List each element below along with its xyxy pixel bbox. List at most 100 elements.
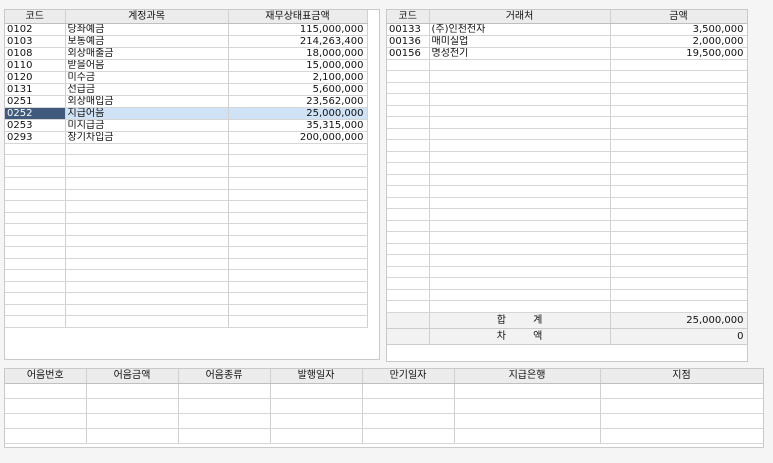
- account-name-cell[interactable]: 당좌예금: [65, 23, 229, 36]
- vendor-code-cell[interactable]: 00136: [387, 35, 430, 48]
- account-name-cell[interactable]: 받을어음: [65, 59, 229, 72]
- account-code-cell[interactable]: 0252: [5, 107, 66, 120]
- empty-cell[interactable]: [387, 254, 430, 267]
- account-amount-cell[interactable]: 2,100,000: [228, 71, 368, 84]
- vendor-empty-row[interactable]: [387, 197, 747, 209]
- empty-cell[interactable]: [228, 200, 368, 213]
- empty-cell[interactable]: [65, 292, 229, 305]
- account-row[interactable]: 0293 장기차입금 200,000,000: [5, 131, 368, 144]
- empty-cell[interactable]: [610, 174, 747, 186]
- empty-cell[interactable]: [387, 128, 430, 140]
- empty-cell[interactable]: [5, 304, 66, 316]
- empty-cell[interactable]: [429, 128, 611, 140]
- empty-cell[interactable]: [429, 59, 611, 71]
- empty-cell[interactable]: [610, 105, 747, 117]
- empty-cell[interactable]: [454, 413, 601, 429]
- account-name-cell[interactable]: 보통예금: [65, 35, 229, 48]
- empty-cell[interactable]: [5, 235, 66, 247]
- header-due-date[interactable]: 만기일자: [362, 369, 455, 384]
- account-amount-cell[interactable]: 23,562,000: [228, 95, 368, 108]
- vendor-empty-row[interactable]: [387, 139, 747, 152]
- empty-cell[interactable]: [610, 128, 747, 140]
- vendor-empty-row[interactable]: [387, 300, 747, 313]
- empty-cell[interactable]: [5, 413, 87, 429]
- vendor-name-cell[interactable]: 매미실업: [429, 35, 611, 48]
- note-empty-row[interactable]: [5, 398, 763, 414]
- empty-cell[interactable]: [429, 151, 611, 163]
- account-code-cell[interactable]: 0253: [5, 119, 66, 132]
- account-amount-cell[interactable]: 15,000,000: [228, 59, 368, 72]
- account-row[interactable]: 0103 보통예금 214,263,400: [5, 35, 368, 48]
- account-name-cell[interactable]: 지급어음: [65, 107, 229, 120]
- note-empty-row[interactable]: [5, 383, 763, 399]
- account-empty-row[interactable]: [5, 246, 368, 259]
- vendor-amount-cell[interactable]: 3,500,000: [610, 23, 747, 36]
- empty-cell[interactable]: [228, 189, 368, 201]
- empty-cell[interactable]: [429, 277, 611, 290]
- empty-cell[interactable]: [65, 189, 229, 201]
- empty-cell[interactable]: [429, 208, 611, 221]
- account-row[interactable]: 0102 당좌예금 115,000,000: [5, 23, 368, 36]
- empty-cell[interactable]: [65, 154, 229, 167]
- empty-cell[interactable]: [610, 185, 747, 198]
- empty-cell[interactable]: [270, 398, 363, 414]
- account-amount-cell[interactable]: 214,263,400: [228, 35, 368, 48]
- empty-cell[interactable]: [5, 292, 66, 305]
- empty-cell[interactable]: [5, 143, 66, 155]
- empty-cell[interactable]: [86, 383, 179, 399]
- vendor-empty-row[interactable]: [387, 105, 747, 117]
- empty-cell[interactable]: [429, 289, 611, 301]
- empty-cell[interactable]: [429, 185, 611, 198]
- empty-cell[interactable]: [429, 300, 611, 313]
- account-code-cell[interactable]: 0110: [5, 59, 66, 72]
- account-empty-row[interactable]: [5, 177, 368, 190]
- account-code-cell[interactable]: 0103: [5, 35, 66, 48]
- account-empty-row[interactable]: [5, 315, 368, 328]
- empty-cell[interactable]: [429, 254, 611, 267]
- empty-cell[interactable]: [178, 383, 271, 399]
- account-empty-row[interactable]: [5, 292, 368, 305]
- vendor-empty-row[interactable]: [387, 82, 747, 94]
- account-amount-cell[interactable]: 18,000,000: [228, 47, 368, 60]
- empty-cell[interactable]: [387, 197, 430, 209]
- empty-cell[interactable]: [362, 383, 455, 399]
- empty-cell[interactable]: [610, 266, 747, 278]
- empty-cell[interactable]: [454, 428, 601, 444]
- empty-cell[interactable]: [610, 82, 747, 94]
- empty-cell[interactable]: [429, 93, 611, 106]
- header-pay-bank[interactable]: 지급은행: [454, 369, 601, 384]
- empty-cell[interactable]: [610, 151, 747, 163]
- vendor-empty-row[interactable]: [387, 93, 747, 106]
- empty-cell[interactable]: [429, 162, 611, 175]
- empty-cell[interactable]: [228, 269, 368, 282]
- header-issue-date[interactable]: 발행일자: [270, 369, 363, 384]
- empty-cell[interactable]: [387, 231, 430, 244]
- empty-cell[interactable]: [65, 269, 229, 282]
- empty-cell[interactable]: [429, 174, 611, 186]
- empty-cell[interactable]: [5, 246, 66, 259]
- account-code-cell[interactable]: 0293: [5, 131, 66, 144]
- vendor-empty-row[interactable]: [387, 231, 747, 244]
- account-code-cell[interactable]: 0108: [5, 47, 66, 60]
- account-empty-row[interactable]: [5, 189, 368, 201]
- header-bs-amount[interactable]: 재무상태표금액: [228, 10, 368, 24]
- vendor-row[interactable]: 00133 (주)인천전자 3,500,000: [387, 23, 747, 36]
- empty-cell[interactable]: [387, 266, 430, 278]
- vendor-empty-row[interactable]: [387, 254, 747, 267]
- note-empty-row[interactable]: [5, 428, 763, 444]
- empty-cell[interactable]: [387, 116, 430, 129]
- header-vendor-amount[interactable]: 금액: [610, 10, 747, 24]
- empty-cell[interactable]: [429, 105, 611, 117]
- empty-cell[interactable]: [65, 281, 229, 293]
- empty-cell[interactable]: [429, 70, 611, 83]
- empty-cell[interactable]: [65, 166, 229, 178]
- account-empty-row[interactable]: [5, 281, 368, 293]
- vendor-empty-row[interactable]: [387, 59, 747, 71]
- empty-cell[interactable]: [228, 235, 368, 247]
- empty-cell[interactable]: [454, 383, 601, 399]
- empty-cell[interactable]: [454, 398, 601, 414]
- empty-cell[interactable]: [270, 413, 363, 429]
- empty-cell[interactable]: [387, 174, 430, 186]
- empty-cell[interactable]: [610, 277, 747, 290]
- account-name-cell[interactable]: 선급금: [65, 83, 229, 96]
